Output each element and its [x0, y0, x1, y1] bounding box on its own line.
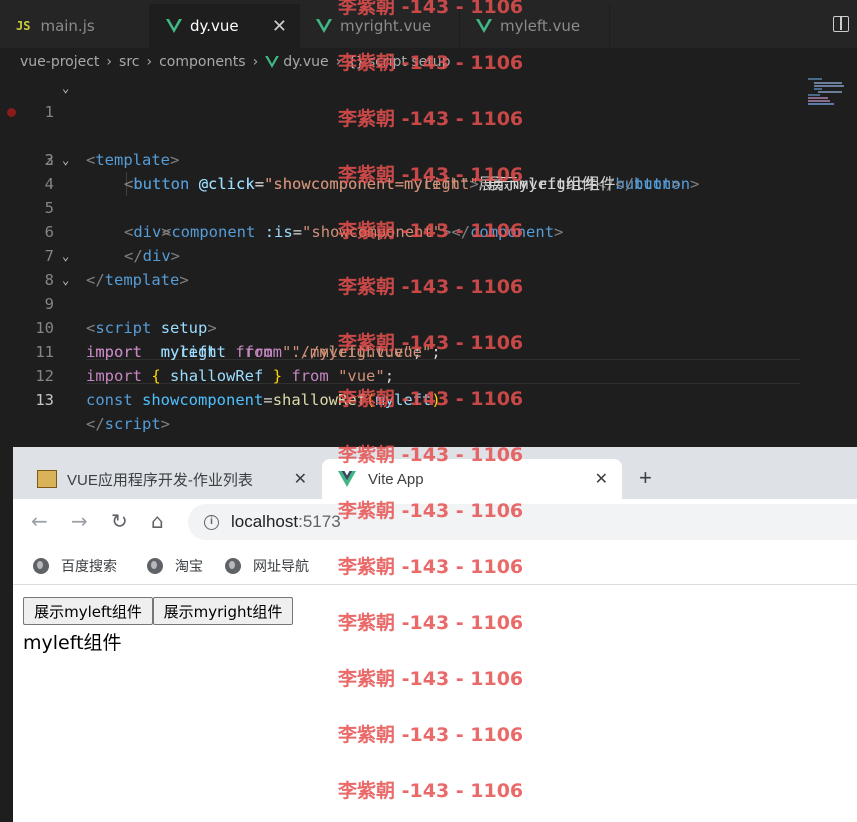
- code-line: 13 </script>: [0, 364, 800, 433]
- vue-file-icon: [166, 19, 182, 33]
- tab-main-js[interactable]: JS main.js: [0, 4, 150, 48]
- tab-label: dy.vue: [190, 17, 239, 35]
- tab-label: myright.vue: [340, 17, 432, 35]
- forward-arrow-icon[interactable]: →: [71, 509, 88, 533]
- back-arrow-icon[interactable]: ←: [31, 509, 48, 533]
- breakpoint-icon[interactable]: [7, 108, 16, 117]
- tab-myleft-vue[interactable]: myleft.vue: [460, 4, 610, 48]
- new-tab-button[interactable]: +: [639, 465, 652, 491]
- browser-window: VUE应用程序开发-作业列表 ✕ Vite App ✕ + ← → ↻ ⌂ i …: [13, 447, 857, 822]
- close-tab-icon[interactable]: ✕: [294, 469, 307, 489]
- js-file-icon: JS: [16, 19, 31, 33]
- code-line: 1 ⌄ <template>: [0, 76, 800, 169]
- address-bar[interactable]: i localhost:5173: [188, 504, 857, 540]
- bookmark-nav[interactable]: 网址导航: [225, 556, 309, 576]
- tab-label: main.js: [40, 17, 95, 35]
- vue-file-icon: [265, 56, 280, 68]
- browser-toolbar: ← → ↻ ⌂ i localhost:5173: [13, 499, 857, 547]
- chevron-right-icon: ›: [146, 54, 153, 70]
- vue-file-icon: [476, 19, 492, 33]
- show-myleft-button[interactable]: 展示myleft组件: [23, 597, 153, 625]
- code-editor[interactable]: 1 ⌄ <template> 2 <button @click="showcom…: [0, 76, 857, 447]
- code-line: 6 </div>: [0, 196, 800, 265]
- code-line: 10 import myright from "./myright.vue";: [0, 292, 800, 361]
- code-line: 7 </template>: [0, 220, 800, 289]
- line-number: 13: [35, 391, 54, 409]
- browser-tab-bar: VUE应用程序开发-作业列表 ✕ Vite App ✕ +: [13, 447, 857, 499]
- breadcrumb-item[interactable]: vue-project: [20, 54, 99, 70]
- breadcrumb-item[interactable]: script setup: [368, 54, 451, 70]
- code-line: 3 <button @click="showcomponent=myright"…: [0, 124, 800, 193]
- code-line: 5 <component :is="showcomponent"></compo…: [0, 172, 800, 241]
- show-myright-button[interactable]: 展示myright组件: [153, 597, 293, 625]
- bookmark-baidu[interactable]: 百度搜索: [33, 556, 117, 576]
- breadcrumb-item[interactable]: dy.vue: [283, 54, 328, 70]
- bookmark-label: 网址导航: [253, 558, 309, 575]
- reload-icon[interactable]: ↻: [111, 509, 128, 533]
- site-info-icon[interactable]: i: [204, 514, 219, 530]
- address-host: localhost: [231, 512, 299, 531]
- vue-file-icon: [316, 19, 332, 33]
- bookmarks-bar: 百度搜索 淘宝 网址导航: [13, 547, 857, 585]
- split-editor-icon[interactable]: [833, 16, 849, 32]
- site-favicon-icon: [37, 470, 57, 488]
- tab-dy-vue[interactable]: dy.vue ✕: [150, 4, 300, 48]
- close-tab-icon[interactable]: ✕: [595, 469, 608, 489]
- code-line: 2 <button @click="showcomponent=myleft">…: [0, 100, 800, 193]
- editor-tab-bar: JS main.js dy.vue ✕ myright.vue myleft.v…: [0, 0, 857, 48]
- breadcrumb-item[interactable]: src: [119, 54, 139, 70]
- globe-icon: [33, 557, 49, 574]
- bookmark-label: 百度搜索: [61, 558, 117, 575]
- minimap[interactable]: [806, 76, 846, 106]
- fold-chevron-icon[interactable]: ⌄: [62, 76, 69, 100]
- code-line: 9 ⌄ import myleft from "./myleft.vue";: [0, 268, 800, 361]
- address-port: :5173: [298, 512, 341, 531]
- bookmark-label: 淘宝: [175, 558, 203, 575]
- component-output: myleft组件: [23, 632, 122, 654]
- chevron-right-icon: ›: [252, 54, 259, 70]
- globe-icon: [225, 557, 241, 574]
- fold-chevron-icon[interactable]: ⌄: [62, 244, 69, 268]
- globe-icon: [147, 557, 163, 574]
- code-line: 4 ⌄ <div>: [0, 148, 800, 241]
- tab-myright-vue[interactable]: myright.vue: [300, 4, 460, 48]
- page-content: 展示myleft组件 展示myright组件 myleft组件: [13, 586, 857, 822]
- breadcrumb: vue-project › src › components › dy.vue …: [0, 48, 857, 76]
- braces-icon: {}: [348, 54, 364, 70]
- code-line: 12 const showcomponent=shallowRef(myleft…: [0, 340, 800, 409]
- close-tab-icon[interactable]: ✕: [272, 16, 287, 37]
- browser-tab-vite[interactable]: Vite App ✕: [322, 459, 622, 499]
- home-icon[interactable]: ⌂: [151, 509, 164, 533]
- browser-tab-title: Vite App: [368, 470, 424, 488]
- bookmark-taobao[interactable]: 淘宝: [147, 556, 203, 576]
- code-line: 11 import { shallowRef } from "vue";: [0, 316, 800, 385]
- breadcrumb-item[interactable]: components: [159, 54, 246, 70]
- browser-tab-homework[interactable]: VUE应用程序开发-作业列表 ✕: [13, 459, 321, 499]
- vue-favicon-icon: [338, 471, 356, 487]
- code-line: 8 ⌄ <script setup>: [0, 244, 800, 337]
- tab-label: myleft.vue: [500, 17, 581, 35]
- chevron-right-icon: ›: [335, 54, 342, 70]
- browser-tab-title: VUE应用程序开发-作业列表: [67, 471, 253, 489]
- fold-chevron-icon[interactable]: ⌄: [62, 268, 69, 292]
- fold-chevron-icon[interactable]: ⌄: [62, 148, 69, 172]
- chevron-right-icon: ›: [106, 54, 113, 70]
